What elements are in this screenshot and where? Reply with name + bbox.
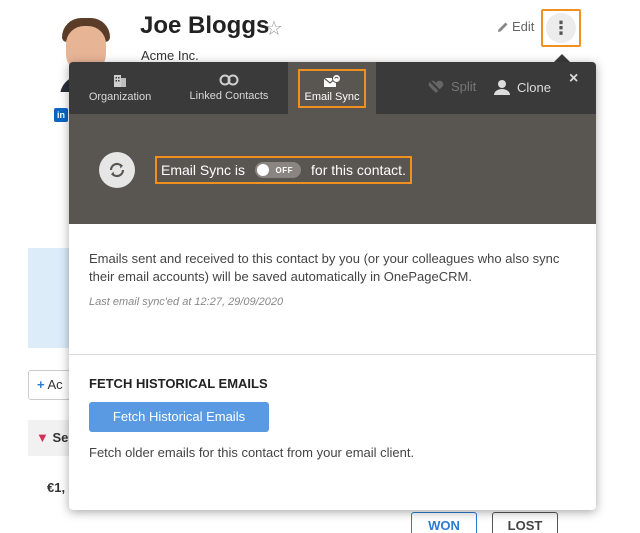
more-actions-button[interactable]: ⋮ [541,9,581,47]
contact-name: Joe Bloggs [140,12,270,39]
email-sync-status: Email Sync is OFF for this contact. [155,156,412,184]
split-button[interactable]: Split [427,79,476,94]
email-sync-icon [323,73,341,87]
toggle-knob [257,164,270,176]
vertical-dots-icon: ⋮ [546,13,576,43]
email-sync-toggle[interactable]: OFF [255,162,302,178]
popup-arrow [554,54,570,62]
person-icon [494,80,510,95]
last-sync-text: Last email sync'ed at 12:27, 29/09/2020 [89,296,284,308]
fetch-help-text: Fetch older emails for this contact from… [89,445,415,460]
fetch-historical-title: FETCH HISTORICAL EMAILS [89,376,268,391]
building-icon [114,75,126,87]
contact-page: Joe Bloggs ☆ Acme Inc. Edit ⋮ in + Ac ▼ … [0,0,640,533]
fetch-historical-emails-button[interactable]: Fetch Historical Emails [89,402,269,432]
split-label: Split [451,79,477,94]
plus-icon: + [37,377,45,392]
edit-button[interactable]: Edit [497,19,534,34]
sync-prefix: Email Sync is [161,162,246,178]
pencil-icon [498,22,508,32]
sync-suffix: for this contact. [311,162,406,178]
star-icon[interactable]: ☆ [265,16,283,41]
divider [69,354,596,355]
won-button[interactable]: WON [411,512,477,533]
contact-actions-popup: Organization Linked Contacts Email Sync … [69,62,596,510]
tab-linked-contacts[interactable]: Linked Contacts [179,62,279,114]
deal-amount: €1, [47,480,66,495]
link-icon [219,74,239,86]
tab-email-sync-highlight: Email Sync [298,68,366,108]
linkedin-icon[interactable]: in [54,108,68,122]
clone-button[interactable]: Clone [493,79,551,95]
sync-icon [99,152,135,188]
add-label: Ac [47,377,63,392]
email-sync-band: Email Sync is OFF for this contact. [69,114,596,224]
tab-linked-contacts-label: Linked Contacts [189,90,269,102]
popup-tab-bar: Organization Linked Contacts Email Sync … [69,62,596,114]
lost-button[interactable]: LOST [492,512,558,533]
edit-label: Edit [512,19,535,34]
sync-description: Emails sent and received to this contact… [89,251,560,284]
tab-organization-label: Organization [88,91,152,103]
section-label: Se [52,430,69,445]
company-name[interactable]: Acme Inc. [141,48,199,63]
tab-email-sync[interactable]: Email Sync [288,62,376,114]
tab-email-sync-label: Email Sync [304,90,360,103]
tab-organization[interactable]: Organization [79,62,161,114]
toggle-state-label: OFF [275,165,294,175]
close-icon[interactable]: × [569,70,578,88]
split-icon [428,79,444,94]
funnel-icon: ▼ [36,430,49,445]
clone-label: Clone [517,79,551,95]
